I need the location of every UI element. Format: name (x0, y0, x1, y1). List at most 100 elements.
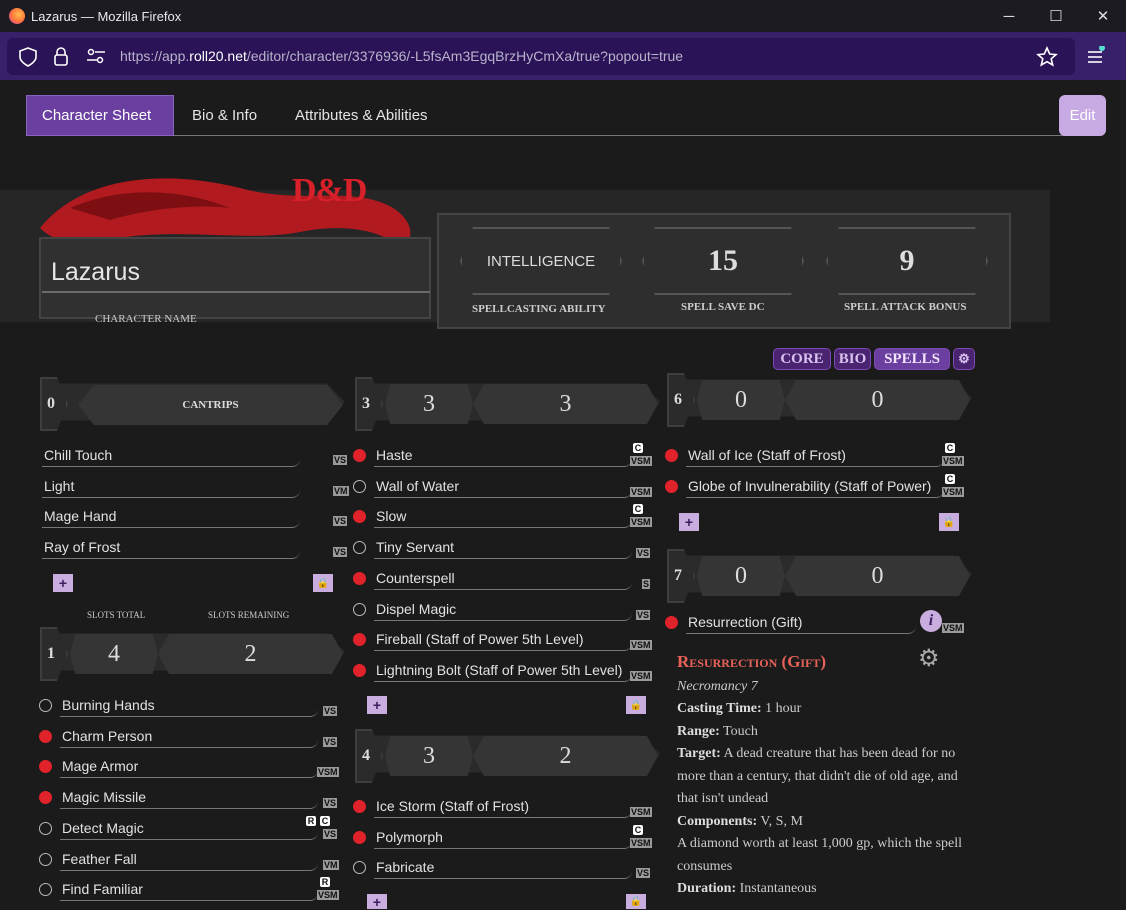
lvl6-slots-remaining[interactable]: 0 (785, 380, 970, 420)
spell-info-button[interactable]: i (920, 610, 942, 632)
lock-cantrips-button[interactable]: 🔒 (313, 574, 333, 592)
permissions-icon[interactable] (86, 48, 106, 64)
spell-item[interactable]: Magic Missile (60, 789, 318, 810)
spell-item[interactable]: Find Familiar (60, 881, 318, 902)
spell-material: A diamond worth at least 1,000 gp, which… (677, 836, 963, 874)
spell-item[interactable]: Resurrection (Gift) (686, 614, 916, 634)
spell-item[interactable]: Feather Fall (60, 851, 318, 871)
prepared-toggle[interactable] (353, 602, 366, 616)
tab-attributes-abilities[interactable]: Attributes & Abilities (280, 95, 443, 136)
lvl3-slots-total[interactable]: 3 (385, 384, 473, 424)
spell-item[interactable]: Haste (374, 447, 632, 467)
range-label: Range: (677, 724, 720, 739)
core-nav-button[interactable]: CORE (773, 348, 831, 370)
lvl1-slots-remaining[interactable]: 2 (158, 634, 343, 674)
add-level4-spell-button[interactable]: + (367, 894, 387, 910)
prepared-toggle[interactable] (39, 760, 52, 774)
prepared-toggle[interactable] (665, 480, 678, 493)
spell-settings-gear-icon[interactable]: ⚙ (918, 647, 940, 671)
spell-save-dc-value[interactable]: 15 (642, 227, 804, 295)
add-cantrip-button[interactable]: + (53, 574, 73, 592)
prepared-toggle[interactable] (353, 861, 366, 875)
prepared-toggle[interactable] (353, 479, 366, 493)
prepared-toggle[interactable] (39, 699, 52, 712)
prepared-toggle[interactable] (665, 616, 678, 629)
lvl7-slots-total[interactable]: 0 (697, 556, 785, 596)
spell-item[interactable]: Wall of Ice (Staff of Frost) (686, 447, 944, 467)
tab-bio-info[interactable]: Bio & Info (177, 95, 272, 136)
prepared-toggle[interactable] (39, 883, 52, 897)
prepared-toggle[interactable] (39, 729, 52, 743)
spell-item[interactable]: Detect Magic (60, 820, 318, 840)
shield-icon[interactable] (19, 47, 37, 67)
prepared-toggle[interactable] (353, 449, 366, 462)
spell-item[interactable]: Mage Armor (60, 758, 318, 779)
menu-icon[interactable] (1086, 46, 1106, 66)
component-tag: S (642, 578, 651, 589)
spell-item[interactable]: Ice Storm (Staff of Frost) (374, 798, 632, 818)
maximize-button[interactable]: ☐ (1033, 0, 1079, 32)
cantrip-item[interactable]: Mage Hand (42, 508, 300, 529)
cantrip-item[interactable]: Chill Touch (42, 447, 300, 467)
prepared-toggle[interactable] (353, 541, 366, 555)
prepared-toggle[interactable] (39, 852, 52, 866)
bio-nav-button[interactable]: BIO (834, 348, 871, 370)
prepared-toggle[interactable] (353, 633, 366, 647)
spell-item[interactable]: Polymorph (374, 829, 632, 849)
spell-item[interactable]: Burning Hands (60, 697, 318, 717)
prepared-toggle[interactable] (353, 510, 366, 524)
lock-level4-button[interactable]: 🔒 (626, 894, 646, 909)
lock-icon[interactable] (53, 46, 69, 66)
lvl4-slots-total[interactable]: 3 (385, 736, 473, 776)
spellcasting-ability-value[interactable]: INTELLIGENCE (460, 227, 622, 295)
spells-nav-button[interactable]: SPELLS (874, 348, 950, 370)
prepared-toggle[interactable] (353, 830, 366, 844)
component-tag: VS (636, 548, 651, 559)
spell-item[interactable]: Tiny Servant (374, 539, 632, 560)
concentration-tag: C (633, 504, 643, 515)
add-level3-spell-button[interactable]: + (367, 696, 387, 714)
spell-item[interactable]: Lightning Bolt (Staff of Power 5th Level… (374, 662, 632, 682)
lvl7-slots-remaining[interactable]: 0 (785, 556, 970, 596)
character-name[interactable]: Lazarus (51, 258, 140, 287)
lock-level6-button[interactable]: 🔒 (939, 513, 959, 531)
edit-button[interactable]: Edit (1059, 95, 1106, 136)
minimize-button[interactable]: ─ (986, 0, 1032, 32)
lvl4-slots-remaining[interactable]: 2 (473, 736, 658, 776)
tab-character-sheet[interactable]: Character Sheet (26, 95, 174, 136)
browser-navbar: https://app.roll20.net/editor/character/… (0, 32, 1126, 80)
cantrip-item[interactable]: Ray of Frost (42, 539, 300, 560)
spell-item[interactable]: Fireball (Staff of Power 5th Level) (374, 631, 632, 652)
spell-item[interactable]: Dispel Magic (374, 601, 632, 621)
add-level6-spell-button[interactable]: + (679, 513, 699, 531)
settings-gear-button[interactable]: ⚙ (953, 348, 975, 370)
lvl3-slots-remaining[interactable]: 3 (473, 384, 658, 424)
url-bar[interactable]: https://app.roll20.net/editor/character/… (7, 38, 1075, 75)
spell-item[interactable]: Counterspell (374, 570, 632, 590)
tab-divider (174, 135, 1064, 136)
url-prefix: https://app. (120, 48, 190, 64)
cantrip-item[interactable]: Light (42, 478, 300, 498)
bookmark-star-icon[interactable] (1036, 46, 1058, 68)
concentration-tag: C (320, 815, 330, 826)
prepared-toggle[interactable] (665, 449, 678, 462)
url-text[interactable]: https://app.roll20.net/editor/character/… (120, 48, 683, 64)
spell-item[interactable]: Fabricate (374, 859, 632, 880)
spell-item[interactable]: Globe of Invulnerability (Staff of Power… (686, 478, 944, 498)
concentration-tag: C (945, 443, 955, 453)
spell-item[interactable]: Slow (374, 508, 632, 529)
spell-item[interactable]: Wall of Water (374, 478, 632, 498)
component-tag: VS (323, 798, 338, 809)
prepared-toggle[interactable] (353, 663, 366, 677)
lvl1-slots-total[interactable]: 4 (70, 634, 158, 674)
component-tag: VSM (317, 890, 339, 901)
spell-item[interactable]: Charm Person (60, 728, 318, 748)
lvl6-slots-total[interactable]: 0 (697, 380, 785, 420)
prepared-toggle[interactable] (353, 571, 366, 585)
close-window-button[interactable]: ✕ (1080, 0, 1126, 32)
prepared-toggle[interactable] (39, 791, 52, 805)
lock-level3-button[interactable]: 🔒 (626, 696, 646, 714)
prepared-toggle[interactable] (353, 800, 366, 813)
spell-attack-bonus-value[interactable]: 9 (826, 227, 988, 295)
prepared-toggle[interactable] (39, 821, 52, 835)
